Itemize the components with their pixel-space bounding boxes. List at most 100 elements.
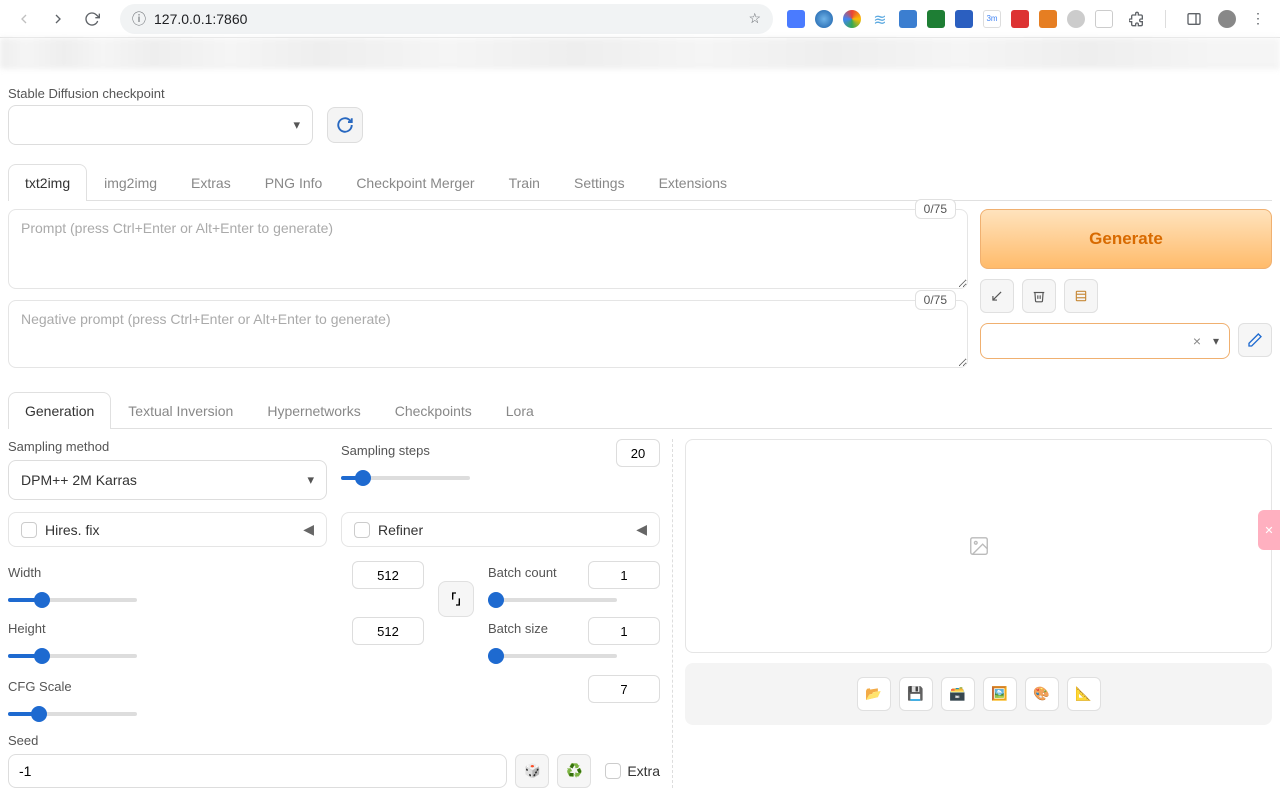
subtab-textual-inversion[interactable]: Textual Inversion xyxy=(111,392,250,429)
url-text: 127.0.0.1:7860 xyxy=(154,11,740,27)
ext-icon[interactable] xyxy=(927,10,945,28)
extra-checkbox[interactable] xyxy=(605,763,621,779)
ext-icon[interactable] xyxy=(899,10,917,28)
subtab-lora[interactable]: Lora xyxy=(489,392,551,429)
batch-count-input[interactable] xyxy=(588,561,660,589)
site-info-icon[interactable]: ⓘ xyxy=(132,9,146,29)
width-label: Width xyxy=(8,565,41,580)
refresh-checkpoint-button[interactable] xyxy=(327,107,363,143)
batch-size-input[interactable] xyxy=(588,617,660,645)
ext-icon[interactable] xyxy=(1067,10,1085,28)
main-tabs: txt2img img2img Extras PNG Info Checkpoi… xyxy=(8,163,1272,201)
cfg-label: CFG Scale xyxy=(8,679,72,694)
cfg-input[interactable] xyxy=(588,675,660,703)
back-button[interactable] xyxy=(10,5,38,33)
ext-icon[interactable]: ≋ xyxy=(871,10,889,28)
sampling-steps-label: Sampling steps xyxy=(341,443,430,458)
chrome-menu-icon[interactable]: ⋮ xyxy=(1246,7,1270,31)
tab-extras[interactable]: Extras xyxy=(174,164,248,201)
ext-icon[interactable] xyxy=(843,10,861,28)
subtab-generation[interactable]: Generation xyxy=(8,392,111,429)
height-slider[interactable] xyxy=(8,654,137,658)
subtab-hypernetworks[interactable]: Hypernetworks xyxy=(250,392,377,429)
hires-fix-checkbox[interactable] xyxy=(21,522,37,538)
tab-extensions[interactable]: Extensions xyxy=(642,164,744,201)
negative-prompt-input[interactable] xyxy=(8,300,968,368)
prompt-token-counter: 0/75 xyxy=(915,199,956,219)
clear-prompt-button[interactable] xyxy=(1022,279,1056,313)
checkpoint-dropdown[interactable] xyxy=(8,105,313,145)
width-input[interactable] xyxy=(352,561,424,589)
reuse-seed-button[interactable]: ♻️ xyxy=(557,754,591,788)
subtab-checkpoints[interactable]: Checkpoints xyxy=(378,392,489,429)
interrogate-button[interactable] xyxy=(980,279,1014,313)
ext-icon[interactable] xyxy=(1095,10,1113,28)
profile-avatar[interactable] xyxy=(1218,10,1236,28)
cfg-slider[interactable] xyxy=(8,712,137,716)
side-panel-icon[interactable] xyxy=(1180,5,1208,33)
divider xyxy=(1165,10,1166,28)
chevron-left-icon: ◀ xyxy=(303,521,314,538)
bookmarks-bar xyxy=(0,38,1280,68)
sampling-steps-slider[interactable] xyxy=(341,476,470,480)
ext-icon[interactable]: 3m xyxy=(983,10,1001,28)
chevron-left-icon: ◀ xyxy=(636,521,647,538)
zip-button[interactable]: 🗃️ xyxy=(941,677,975,711)
styles-input[interactable] xyxy=(989,333,1221,349)
tab-img2img[interactable]: img2img xyxy=(87,164,174,201)
tab-train[interactable]: Train xyxy=(492,164,557,201)
batch-count-slider[interactable] xyxy=(488,598,617,602)
sampling-steps-input[interactable] xyxy=(616,439,660,467)
batch-count-label: Batch count xyxy=(488,565,557,580)
clear-icon[interactable]: × xyxy=(1193,333,1201,349)
address-bar[interactable]: ⓘ 127.0.0.1:7860 ☆ xyxy=(120,4,773,34)
sub-tabs: Generation Textual Inversion Hypernetwor… xyxy=(8,391,1272,429)
refiner-checkbox[interactable] xyxy=(354,522,370,538)
save-button[interactable]: 💾 xyxy=(899,677,933,711)
side-floating-tab[interactable]: ✕ xyxy=(1258,510,1280,550)
bookmark-star-icon[interactable]: ☆ xyxy=(748,10,761,27)
prompt-input[interactable] xyxy=(8,209,968,289)
reload-button[interactable] xyxy=(78,5,106,33)
refiner-label: Refiner xyxy=(378,522,423,538)
extensions-puzzle-icon[interactable] xyxy=(1123,5,1151,33)
ext-icon[interactable] xyxy=(787,10,805,28)
styles-dropdown[interactable]: × xyxy=(980,323,1230,359)
height-input[interactable] xyxy=(352,617,424,645)
sampling-method-value: DPM++ 2M Karras xyxy=(21,472,137,488)
checkpoint-label: Stable Diffusion checkpoint xyxy=(8,86,1272,101)
extra-label: Extra xyxy=(627,763,660,779)
height-label: Height xyxy=(8,621,46,636)
ext-icon[interactable] xyxy=(1039,10,1057,28)
neg-prompt-token-counter: 0/75 xyxy=(915,290,956,310)
ext-icon[interactable] xyxy=(815,10,833,28)
tab-checkpoint-merger[interactable]: Checkpoint Merger xyxy=(339,164,491,201)
forward-button[interactable] xyxy=(44,5,72,33)
hires-fix-toggle[interactable]: Hires. fix ◀ xyxy=(8,512,327,547)
output-image-area xyxy=(685,439,1272,653)
seed-input[interactable] xyxy=(8,754,507,788)
sampling-method-dropdown[interactable]: DPM++ 2M Karras xyxy=(8,460,327,500)
tab-txt2img[interactable]: txt2img xyxy=(8,164,87,201)
generate-button[interactable]: Generate xyxy=(980,209,1272,269)
image-placeholder-icon xyxy=(968,535,990,557)
tab-settings[interactable]: Settings xyxy=(557,164,642,201)
tab-pnginfo[interactable]: PNG Info xyxy=(248,164,340,201)
width-slider[interactable] xyxy=(8,598,137,602)
ext-icon[interactable] xyxy=(955,10,973,28)
ext-icon[interactable] xyxy=(1011,10,1029,28)
open-folder-button[interactable]: 📂 xyxy=(857,677,891,711)
send-extras-button[interactable]: 📐 xyxy=(1067,677,1101,711)
refiner-toggle[interactable]: Refiner ◀ xyxy=(341,512,660,547)
extension-icons: ≋ 3m ⋮ xyxy=(787,5,1270,33)
hires-fix-label: Hires. fix xyxy=(45,522,99,538)
send-inpaint-button[interactable]: 🎨 xyxy=(1025,677,1059,711)
send-img2img-button[interactable]: 🖼️ xyxy=(983,677,1017,711)
sampling-method-label: Sampling method xyxy=(8,439,327,454)
swap-dimensions-button[interactable] xyxy=(438,581,474,617)
browser-toolbar: ⓘ 127.0.0.1:7860 ☆ ≋ 3m ⋮ xyxy=(0,0,1280,38)
edit-styles-button[interactable] xyxy=(1238,323,1272,357)
extra-networks-button[interactable] xyxy=(1064,279,1098,313)
random-seed-button[interactable]: 🎲 xyxy=(515,754,549,788)
batch-size-slider[interactable] xyxy=(488,654,617,658)
